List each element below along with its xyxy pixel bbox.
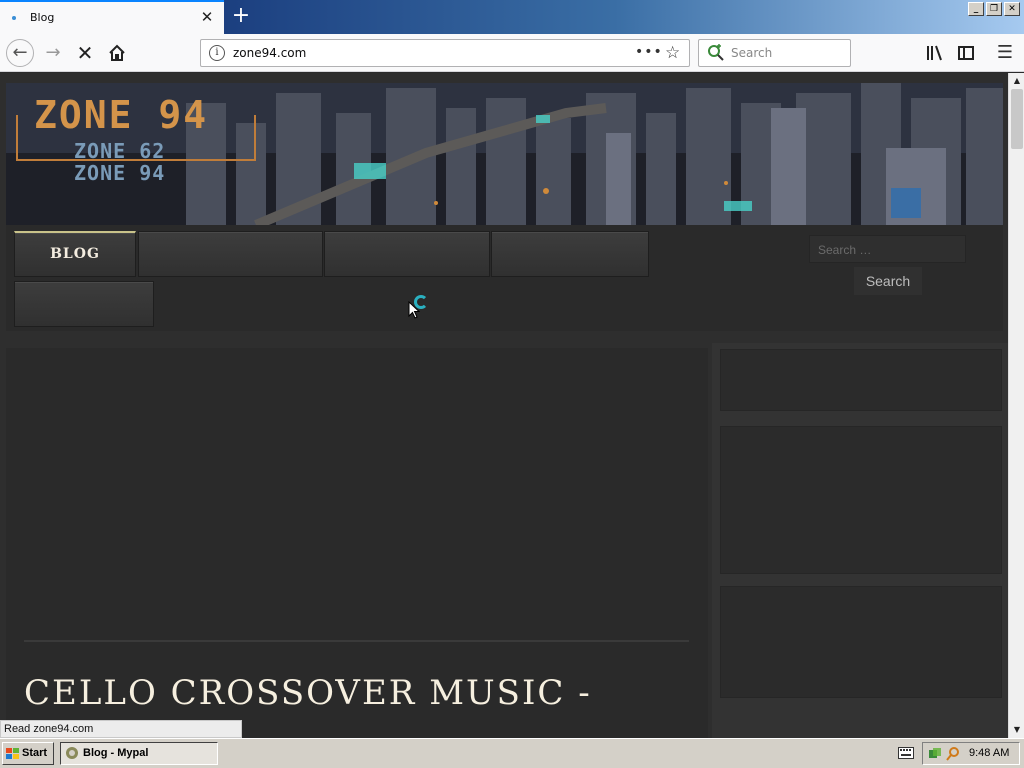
windows-flag-icon xyxy=(6,748,19,759)
main-content: CELLO CROSSOVER MUSIC - xyxy=(6,348,708,738)
home-icon[interactable] xyxy=(104,40,130,66)
status-text: Read zone94.com xyxy=(4,723,94,735)
url-bar[interactable]: i zone94.com ••• ☆ xyxy=(200,39,690,67)
back-arrow-icon[interactable]: ← xyxy=(6,39,34,67)
menu-item-2[interactable] xyxy=(138,231,323,277)
menu-item-5[interactable] xyxy=(14,281,154,327)
close-window-button[interactable]: ✕ xyxy=(1004,2,1020,16)
logo-subtitle-1: ZONE 62 xyxy=(74,139,166,163)
stop-icon[interactable]: ✕ xyxy=(72,40,98,66)
site-logo[interactable]: ZONE 94 xyxy=(34,93,208,137)
vertical-scrollbar[interactable]: ▲ ▼ xyxy=(1008,73,1024,738)
logo-subtitle-2: ZONE 94 xyxy=(74,161,166,185)
menu-item-label: BLOG xyxy=(50,246,100,262)
hamburger-menu-icon[interactable]: ☰ xyxy=(992,40,1018,66)
post-title[interactable]: CELLO CROSSOVER MUSIC - xyxy=(24,673,592,713)
menu-item-4[interactable] xyxy=(491,231,649,277)
clock: 9:48 AM xyxy=(969,747,1010,759)
sidebar xyxy=(712,343,1008,738)
info-icon[interactable]: i xyxy=(209,45,225,61)
status-bar: Read zone94.com xyxy=(0,720,242,738)
library-icon[interactable] xyxy=(922,40,948,66)
window-controls: _ ❐ ✕ xyxy=(968,2,1020,16)
more-icon[interactable]: ••• xyxy=(635,44,663,60)
scroll-up-icon[interactable]: ▲ xyxy=(1009,73,1024,89)
minimize-button[interactable]: _ xyxy=(968,2,984,16)
restore-button[interactable]: ❐ xyxy=(986,2,1002,16)
system-tray: 9:48 AM xyxy=(922,742,1020,765)
sidebar-icon[interactable] xyxy=(953,40,979,66)
forward-arrow-icon[interactable]: → xyxy=(40,40,66,66)
site-search-button[interactable]: Search xyxy=(854,267,922,295)
title-bar: Blog ✕ + _ ❐ ✕ xyxy=(0,0,1024,34)
taskbar-item-mypal[interactable]: Blog - Mypal xyxy=(60,742,218,765)
keyboard-icon[interactable] xyxy=(898,747,914,759)
menu-item-blog[interactable]: BLOG xyxy=(14,231,136,277)
sidebar-widget-1 xyxy=(720,349,1002,411)
scroll-down-icon[interactable]: ▼ xyxy=(1009,722,1024,738)
site-navigation: BLOG Search … Search xyxy=(6,225,1003,331)
tab-favicon-icon xyxy=(12,16,16,20)
site-search-button-label: Search xyxy=(865,273,911,289)
search-tray-icon[interactable] xyxy=(945,746,961,762)
site-search-placeholder: Search … xyxy=(818,243,872,257)
menu-item-3[interactable] xyxy=(324,231,490,277)
taskbar-item-label: Blog - Mypal xyxy=(83,747,149,759)
browser-search-placeholder: Search xyxy=(731,46,773,60)
url-text[interactable]: zone94.com xyxy=(233,46,306,60)
mypal-app-icon xyxy=(66,747,78,759)
bookmark-star-icon[interactable]: ☆ xyxy=(665,43,680,63)
taskbar: Start Blog - Mypal 9:48 AM xyxy=(0,738,1024,768)
site-header-banner: ZONE 94 ZONE 62 ZONE 94 xyxy=(6,83,1003,225)
search-icon xyxy=(707,44,725,62)
tab-close-icon[interactable]: ✕ xyxy=(198,8,216,26)
browser-search-bar[interactable]: Search xyxy=(698,39,851,67)
tab-title: Blog xyxy=(30,11,55,24)
sidebar-widget-3 xyxy=(720,586,1002,698)
navigation-toolbar: ← → ✕ i zone94.com ••• ☆ Search ☰ xyxy=(0,34,1024,72)
scrollbar-thumb[interactable] xyxy=(1011,89,1023,149)
network-icon[interactable] xyxy=(927,746,943,762)
sidebar-widget-2 xyxy=(720,426,1002,574)
new-tab-button[interactable]: + xyxy=(228,4,254,30)
post-divider xyxy=(24,640,689,642)
tab-blog[interactable]: Blog ✕ xyxy=(0,0,224,34)
site-search-input[interactable]: Search … xyxy=(809,235,966,263)
start-button[interactable]: Start xyxy=(2,742,54,765)
page-viewport: ZONE 94 ZONE 62 ZONE 94 BLOG Search … Se… xyxy=(0,73,1008,738)
mouse-cursor-icon xyxy=(408,301,420,319)
start-label: Start xyxy=(22,747,48,759)
